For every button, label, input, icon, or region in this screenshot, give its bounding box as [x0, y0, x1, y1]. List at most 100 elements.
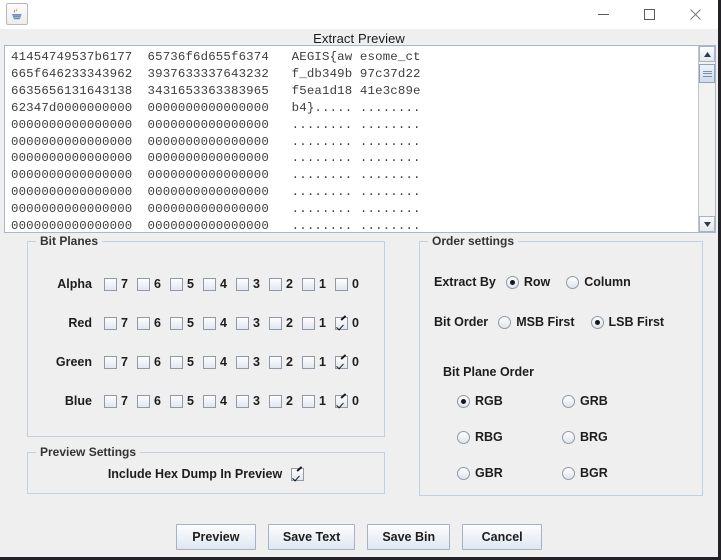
- radio-icon[interactable]: [562, 394, 575, 408]
- checkbox-red-bit-4[interactable]: [203, 316, 216, 330]
- hex-dump-text[interactable]: 41454749537b6177 65736f6d655f6374 AEGIS{…: [5, 46, 698, 232]
- checkbox-alpha-bit-0[interactable]: [335, 277, 348, 291]
- cancel-button[interactable]: Cancel: [462, 524, 543, 550]
- bit-number-label: 5: [187, 316, 194, 330]
- bit-number-label: 0: [352, 277, 359, 291]
- bit-plane-order-label: Bit Plane Order: [443, 365, 534, 379]
- bit-plane-cell: 0: [335, 394, 368, 408]
- checkbox-alpha-bit-5[interactable]: [170, 277, 183, 291]
- checkbox-blue-bit-0[interactable]: [335, 394, 348, 408]
- hex-dump-preview-area[interactable]: 41454749537b6177 65736f6d655f6374 AEGIS{…: [4, 45, 716, 233]
- radio-icon[interactable]: [562, 466, 575, 480]
- bit-plane-order-option-gbr[interactable]: GBR: [457, 466, 562, 480]
- scroll-down-arrow-icon[interactable]: [699, 216, 715, 232]
- checkbox-green-bit-2[interactable]: [269, 355, 282, 369]
- checkbox-green-bit-7[interactable]: [104, 355, 117, 369]
- checkbox-red-bit-7[interactable]: [104, 316, 117, 330]
- bit-plane-cell: 7: [104, 394, 137, 408]
- hex-dump-line: 0000000000000000 0000000000000000 ......…: [11, 185, 421, 200]
- checkbox-red-bit-3[interactable]: [236, 316, 249, 330]
- bit-plane-cell: 3: [236, 277, 269, 291]
- checkbox-blue-bit-2[interactable]: [269, 394, 282, 408]
- radio-label: Column: [584, 275, 631, 289]
- bit-number-label: 6: [154, 355, 161, 369]
- save-text-button[interactable]: Save Text: [267, 524, 356, 550]
- preview-settings-legend: Preview Settings: [36, 445, 141, 459]
- extract-by-label: Extract By: [434, 275, 496, 289]
- checkbox-blue-bit-3[interactable]: [236, 394, 249, 408]
- checkbox-alpha-bit-6[interactable]: [137, 277, 150, 291]
- extract-by-option-column[interactable]: Column: [566, 275, 631, 289]
- checkbox-green-bit-3[interactable]: [236, 355, 249, 369]
- hex-dump-line: 665f646233343962 3937633337643232 f_db34…: [11, 66, 421, 81]
- include-hex-dump-row[interactable]: Include Hex Dump In Preview: [28, 467, 384, 481]
- checkbox-alpha-bit-3[interactable]: [236, 277, 249, 291]
- hex-dump-vertical-scrollbar[interactable]: [698, 46, 715, 232]
- bit-number-label: 6: [154, 394, 161, 408]
- radio-icon[interactable]: [457, 430, 470, 444]
- radio-icon[interactable]: [590, 315, 604, 329]
- checkbox-alpha-bit-7[interactable]: [104, 277, 117, 291]
- radio-icon[interactable]: [505, 275, 519, 289]
- bit-number-label: 4: [220, 355, 227, 369]
- radio-label: LSB First: [608, 315, 665, 329]
- checkbox-alpha-bit-2[interactable]: [269, 277, 282, 291]
- bit-plane-order-option-rgb[interactable]: RGB: [457, 394, 562, 408]
- bit-plane-cell: 4: [203, 277, 236, 291]
- bit-plane-order-option-rbg[interactable]: RBG: [457, 430, 562, 444]
- radio-label: BGR: [580, 466, 608, 480]
- checkbox-alpha-bit-4[interactable]: [203, 277, 216, 291]
- bit-plane-order-option-grb[interactable]: GRB: [562, 394, 667, 408]
- bit-plane-cell: 0: [335, 355, 368, 369]
- checkbox-alpha-bit-1[interactable]: [302, 277, 315, 291]
- bit-plane-cell: 4: [203, 355, 236, 369]
- scrollbar-track[interactable]: [699, 62, 715, 216]
- checkbox-blue-bit-1[interactable]: [302, 394, 315, 408]
- bit-plane-cell: 5: [170, 277, 203, 291]
- radio-icon[interactable]: [498, 315, 512, 329]
- checkbox-green-bit-0[interactable]: [335, 355, 348, 369]
- bit-plane-cell: 2: [269, 394, 302, 408]
- radio-icon[interactable]: [562, 430, 575, 444]
- checkbox-blue-bit-5[interactable]: [170, 394, 183, 408]
- include-hex-dump-checkbox[interactable]: [291, 467, 305, 481]
- checkbox-blue-bit-4[interactable]: [203, 394, 216, 408]
- radio-label: RBG: [475, 430, 503, 444]
- checkbox-green-bit-6[interactable]: [137, 355, 150, 369]
- bit-number-label: 1: [319, 355, 326, 369]
- bit-number-label: 4: [220, 394, 227, 408]
- bit-plane-cell: 1: [302, 355, 335, 369]
- bit-order-option-lsb-first[interactable]: LSB First: [590, 315, 665, 329]
- scroll-up-arrow-icon[interactable]: [699, 46, 715, 62]
- minimize-button[interactable]: [580, 0, 626, 28]
- hex-dump-line: 0000000000000000 0000000000000000 ......…: [11, 151, 421, 166]
- bit-plane-cell: 1: [302, 316, 335, 330]
- checkbox-red-bit-5[interactable]: [170, 316, 183, 330]
- radio-icon[interactable]: [457, 394, 470, 408]
- preview-button[interactable]: Preview: [175, 524, 256, 550]
- close-button[interactable]: [672, 0, 718, 28]
- checkbox-green-bit-5[interactable]: [170, 355, 183, 369]
- bit-plane-cell: 5: [170, 394, 203, 408]
- bit-plane-channel-label: Blue: [64, 394, 92, 408]
- radio-icon[interactable]: [457, 466, 470, 480]
- checkbox-green-bit-4[interactable]: [203, 355, 216, 369]
- extract-by-option-row[interactable]: Row: [505, 275, 550, 289]
- checkbox-red-bit-1[interactable]: [302, 316, 315, 330]
- checkbox-red-bit-0[interactable]: [335, 316, 348, 330]
- checkbox-blue-bit-6[interactable]: [137, 394, 150, 408]
- checkbox-red-bit-6[interactable]: [137, 316, 150, 330]
- maximize-button[interactable]: [626, 0, 672, 28]
- radio-icon[interactable]: [566, 275, 580, 289]
- bit-number-label: 7: [121, 316, 128, 330]
- bit-order-option-msb-first[interactable]: MSB First: [498, 315, 575, 329]
- checkbox-blue-bit-7[interactable]: [104, 394, 117, 408]
- bit-plane-order-option-brg[interactable]: BRG: [562, 430, 667, 444]
- scrollbar-thumb[interactable]: [699, 64, 715, 83]
- extract-preview-window: Extract Preview 41454749537b6177 65736f6…: [0, 0, 721, 560]
- radio-label: BRG: [580, 430, 608, 444]
- checkbox-green-bit-1[interactable]: [302, 355, 315, 369]
- bit-plane-order-option-bgr[interactable]: BGR: [562, 466, 667, 480]
- checkbox-red-bit-2[interactable]: [269, 316, 282, 330]
- save-bin-button[interactable]: Save Bin: [367, 524, 451, 550]
